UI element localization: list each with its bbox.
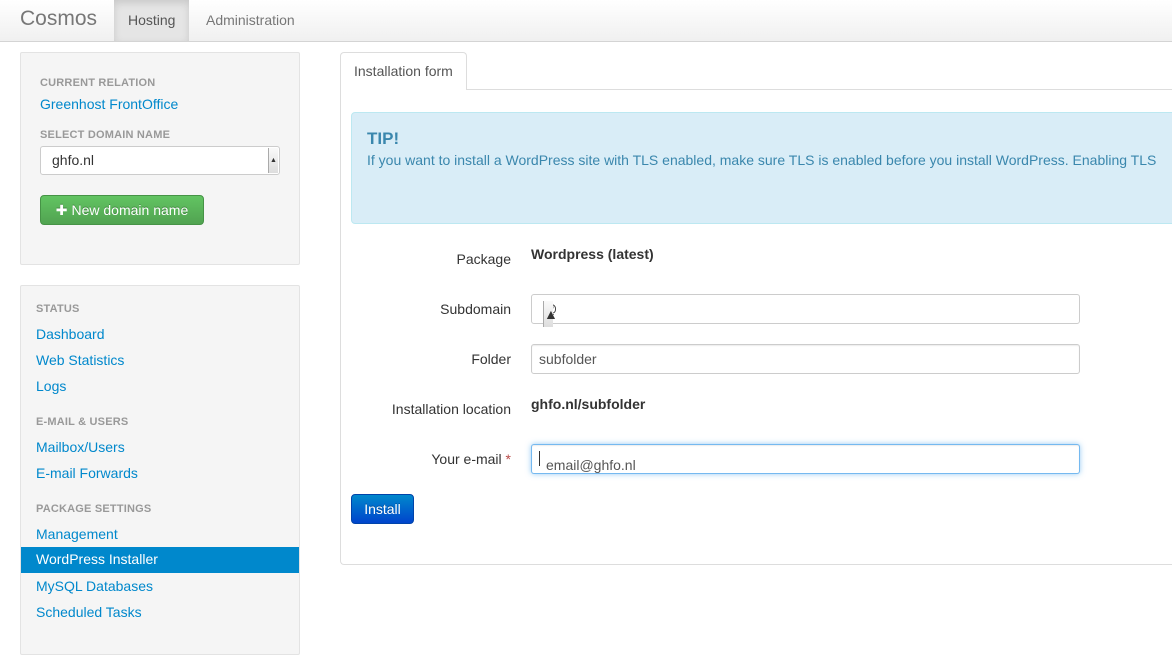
section-package-settings-heading: PACKAGE SETTINGS xyxy=(36,503,152,515)
domain-select[interactable]: ghfo.nl ▲ xyxy=(40,146,280,175)
installation-location-label: Installation location xyxy=(391,401,511,417)
sidebar-item-mysql-databases[interactable]: MySQL Databases xyxy=(36,578,153,594)
subdomain-label: Subdomain xyxy=(440,301,511,317)
plus-icon: ✚ xyxy=(55,202,68,218)
domain-select-value: ghfo.nl xyxy=(52,152,95,168)
installation-location-value: ghfo.nl/subfolder xyxy=(531,396,646,412)
tab-administration[interactable]: Administration xyxy=(192,0,309,41)
section-email-users-heading: E-MAIL & USERS xyxy=(36,416,129,428)
new-domain-button[interactable]: ✚ New domain name xyxy=(40,195,204,225)
folder-input[interactable]: subfolder xyxy=(531,344,1080,374)
email-input-value: email@ghfo.nl xyxy=(539,451,636,473)
sidebar-item-email-forwards[interactable]: E-mail Forwards xyxy=(36,465,138,481)
select-domain-heading: SELECT DOMAIN NAME xyxy=(40,129,171,141)
email-input-text: email@ghfo.nl xyxy=(546,457,636,473)
tab-installation-form-label: Installation form xyxy=(354,63,453,79)
package-value: Wordpress (latest) xyxy=(531,246,654,262)
tip-alert: TIP! If you want to install a WordPress … xyxy=(351,112,1172,224)
sidebar-item-mailbox-users[interactable]: Mailbox/Users xyxy=(36,439,125,455)
email-label: Your e-mail * xyxy=(351,451,511,467)
package-label: Package xyxy=(456,251,511,267)
email-label-text: Your e-mail xyxy=(431,451,502,467)
folder-label: Folder xyxy=(471,351,511,367)
relation-panel: CURRENT RELATION Greenhost FrontOffice S… xyxy=(20,52,300,265)
brand-logo[interactable]: Cosmos xyxy=(20,7,97,31)
folder-input-value: subfolder xyxy=(539,351,597,367)
tab-divider xyxy=(466,89,1172,90)
subdomain-select[interactable]: @ ▲ xyxy=(531,294,1080,327)
required-marker: * xyxy=(505,451,511,467)
top-navbar: Cosmos Hosting Administration xyxy=(0,0,1172,42)
sidebar-item-web-statistics[interactable]: Web Statistics xyxy=(36,352,124,368)
new-domain-button-label: New domain name xyxy=(71,202,189,218)
sidebar-item-dashboard[interactable]: Dashboard xyxy=(36,326,105,342)
tip-text: If you want to install a WordPress site … xyxy=(367,152,1157,168)
section-status-heading: STATUS xyxy=(36,303,80,315)
current-relation-heading: CURRENT RELATION xyxy=(40,77,156,89)
install-button[interactable]: Install xyxy=(351,494,414,524)
sidebar-nav: STATUS Dashboard Web Statistics Logs E-M… xyxy=(20,285,300,655)
tab-installation-form[interactable]: Installation form xyxy=(340,52,467,90)
current-relation-link[interactable]: Greenhost FrontOffice xyxy=(40,96,178,112)
text-caret xyxy=(539,451,540,466)
email-input[interactable]: email@ghfo.nl xyxy=(531,444,1080,474)
tip-title: TIP! xyxy=(367,129,400,148)
sidebar-item-logs[interactable]: Logs xyxy=(36,378,66,394)
tab-hosting[interactable]: Hosting xyxy=(114,0,190,41)
sidebar-item-wordpress-installer[interactable]: WordPress Installer xyxy=(21,547,299,573)
sidebar-item-scheduled-tasks[interactable]: Scheduled Tasks xyxy=(36,604,142,620)
sidebar-item-label: WordPress Installer xyxy=(36,551,158,567)
sidebar-item-management[interactable]: Management xyxy=(36,526,118,542)
select-arrow-icon[interactable]: ▲ xyxy=(268,148,278,173)
select-arrow-icon[interactable]: ▲ xyxy=(543,301,558,327)
